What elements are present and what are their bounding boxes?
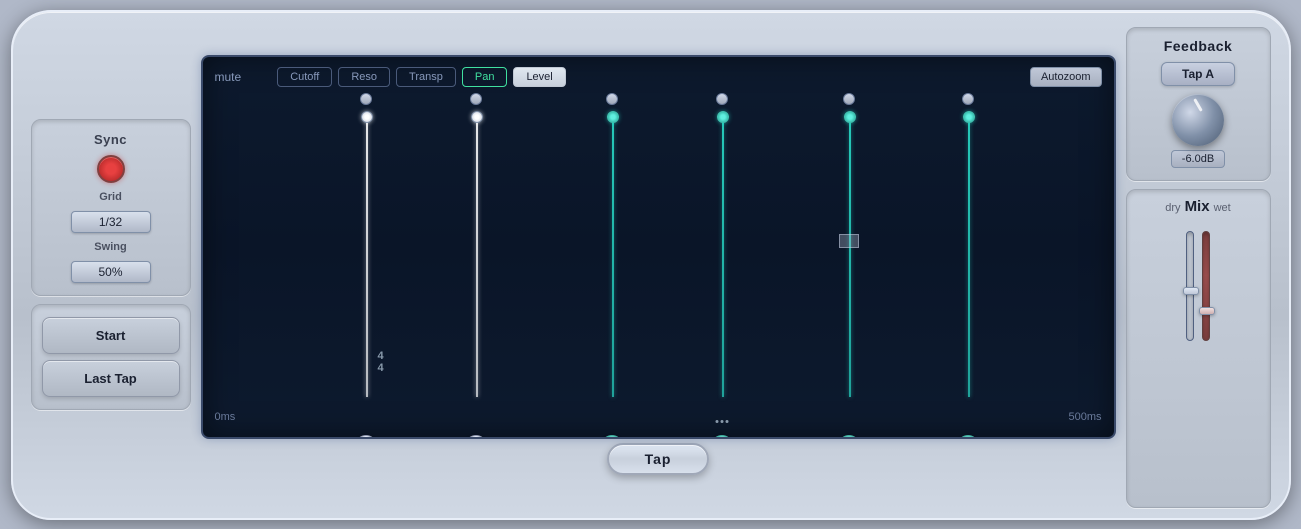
knob-container: -6.0dB [1171,94,1225,168]
feedback-knob[interactable] [1172,94,1224,146]
start-button[interactable]: Start [42,317,180,354]
wet-label: wet [1214,202,1231,214]
mute-dot-C[interactable] [606,93,618,105]
sync-panel: Sync Grid 1/32 Swing 50% [31,119,191,296]
tap-handle-C[interactable] [607,111,619,123]
wet-slider-track[interactable] [1202,231,1210,341]
cutoff-tab[interactable]: Cutoff [277,67,332,87]
mute-dot-F[interactable] [962,93,974,105]
dry-slider-track[interactable] [1186,231,1194,341]
mute-dot-E[interactable] [843,93,855,105]
wet-slider-thumb[interactable] [1199,307,1215,315]
dry-slider-thumb[interactable] [1183,287,1199,295]
tap-handle-G[interactable] [717,111,729,123]
time-sig-top: 4 [378,350,384,362]
reso-tab[interactable]: Reso [338,67,390,87]
mute-dot-A[interactable] [360,93,372,105]
tap-handle-B[interactable] [471,111,483,123]
autozoom-button[interactable]: Autozoom [1030,67,1102,87]
tap-handle-F[interactable] [963,111,975,123]
last-tap-button[interactable]: Last Tap [42,360,180,397]
tap-line-F[interactable] [968,117,970,397]
center-panel: mute Cutoff Reso Transp Pan Level Autozo… [201,55,1116,475]
plugin-shell: Sync Grid 1/32 Swing 50% Start Last Tap … [11,10,1291,520]
pan-tab[interactable]: Pan [462,67,508,87]
mix-label: Mix [1185,198,1210,215]
feedback-box: Feedback Tap A -6.0dB [1126,27,1271,181]
dry-label: dry [1165,202,1180,214]
sequencer-area [203,117,1114,397]
tap-line-A[interactable] [366,117,368,397]
tap-button-container: Tap [201,443,1116,475]
left-panel: Sync Grid 1/32 Swing 50% Start Last Tap [31,119,191,410]
mix-box: dry Mix wet [1126,189,1271,508]
right-panel: Feedback Tap A -6.0dB dry Mix wet [1126,22,1271,508]
sync-indicator[interactable] [97,155,125,183]
g-tap-dots [715,420,728,423]
time-sig-bottom: 4 [378,362,384,374]
tap-handle-A[interactable] [361,111,373,123]
mute-label: mute [215,70,242,84]
swing-label: Swing [94,241,126,253]
sync-label: Sync [94,132,127,147]
grid-label: Grid [99,191,122,203]
level-tab[interactable]: Level [513,67,565,87]
tap-line-B[interactable] [476,117,478,397]
mute-dot-B[interactable] [470,93,482,105]
mute-dot-G[interactable] [716,93,728,105]
transport-panel: Start Last Tap [31,304,191,410]
tap-line-E[interactable] [849,117,851,397]
display-screen: mute Cutoff Reso Transp Pan Level Autozo… [201,55,1116,439]
tap-button[interactable]: Tap [607,443,710,475]
toolbar: mute Cutoff Reso Transp Pan Level Autozo… [203,67,1114,87]
time-signature: 4 4 [378,350,384,374]
swing-dropdown[interactable]: 50% [71,261,151,283]
tap-a-button[interactable]: Tap A [1161,62,1235,86]
mix-sliders [1178,221,1218,341]
tap-line-C[interactable] [612,117,614,397]
start-time-label: 0ms [215,411,236,423]
feedback-value: -6.0dB [1171,150,1225,168]
transp-tab[interactable]: Transp [396,67,456,87]
tap-line-G[interactable] [722,117,724,397]
timeline-bar: 0ms 500ms [203,397,1114,437]
grid-dropdown[interactable]: 1/32 [71,211,151,233]
mix-header: dry Mix wet [1165,198,1230,215]
tap-handle-E[interactable] [844,111,856,123]
end-time-label: 500ms [1068,411,1101,423]
pan-indicator [839,234,859,248]
feedback-label: Feedback [1164,38,1233,54]
